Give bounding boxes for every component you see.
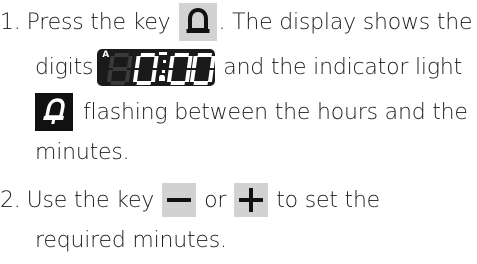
step-1-minutes-text: minutes. [35,139,130,165]
step-2-or-text: or [204,187,227,213]
bell-indicator-icon [35,93,73,131]
digit-display-icon: A [97,48,216,86]
step-1-number: 1. [0,9,21,35]
step-1-line-2: digits A and the indicator light [35,47,462,87]
step-1-text-b: . The display shows the [218,9,473,35]
step-1-line-4: minutes. [35,132,130,172]
step-2-required-text: required minutes. [35,227,227,253]
instruction-page: 1. Press the key . The display shows the… [0,0,477,264]
bell-key-icon [178,3,217,41]
step-1-digits-label: digits [35,54,94,80]
plus-key-icon [234,183,269,217]
step-1-indicator-text: and the indicator light [223,54,462,80]
step-1-line-3: flashing between the hours and the [35,92,468,132]
step-2-line-2: required minutes. [35,220,227,260]
step-1-text-a: Press the key [26,9,171,35]
step-1-line-1: 1. Press the key . The display shows the [0,2,473,42]
minus-key-icon [162,183,197,217]
step-2-text-a: Use the key [26,187,155,213]
step-1-flashing-text: flashing between the hours and the [83,99,468,125]
step-2-line-1: 2. Use the key or to set the [0,180,380,220]
step-2-text-c: to set the [276,187,381,213]
step-2-number: 2. [0,187,21,213]
